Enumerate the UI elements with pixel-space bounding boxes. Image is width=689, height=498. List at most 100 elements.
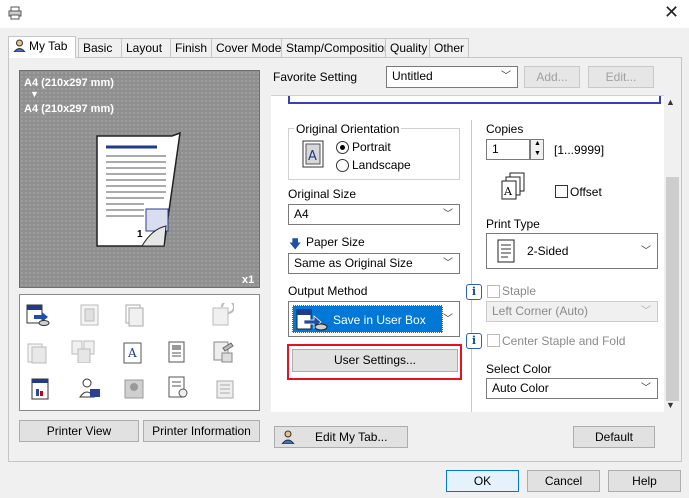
favorite-setting-value: Untitled xyxy=(392,69,433,83)
staple-value: Left Corner (Auto) xyxy=(492,304,589,318)
staple-info-icon[interactable]: i xyxy=(466,284,482,300)
collate-icon: A xyxy=(501,172,525,200)
tab-stamp-composition[interactable]: Stamp/Composition xyxy=(281,38,391,57)
copies-input[interactable]: 1 xyxy=(486,139,530,160)
original-size-value: A4 xyxy=(294,207,309,221)
two-sided-page-icon xyxy=(497,239,515,263)
tab-layout[interactable]: Layout xyxy=(121,38,171,57)
title-bar: ✕ xyxy=(0,0,689,28)
center-staple-checkbox[interactable] xyxy=(487,334,500,347)
svg-text:A: A xyxy=(503,185,513,198)
default-button[interactable]: Default xyxy=(573,426,655,448)
preview-arrow-icon: ▼ xyxy=(30,89,39,99)
center-staple-label: Center Staple and Fold xyxy=(502,334,626,348)
user-authentication-icon xyxy=(79,378,100,398)
tab-quality[interactable]: Quality xyxy=(385,38,430,57)
user-icon xyxy=(281,430,295,444)
offset-checkbox[interactable] xyxy=(555,185,568,198)
preview-copies-badge: x1 xyxy=(242,274,255,286)
printer-view-button[interactable]: Printer View xyxy=(19,420,139,442)
close-icon[interactable]: ✕ xyxy=(664,2,679,23)
chevron-down-icon: ﹀ xyxy=(641,383,651,394)
select-color-select[interactable]: Auto Color ﹀ xyxy=(486,378,658,399)
add-favorite-button[interactable]: Add... xyxy=(524,66,580,88)
column-divider xyxy=(471,120,472,412)
layout-pages-icon xyxy=(27,343,47,364)
ok-button[interactable]: OK xyxy=(446,470,519,492)
staple-select[interactable]: Left Corner (Auto) ﹀ xyxy=(486,301,658,322)
chevron-down-icon: ﹀ xyxy=(641,306,651,317)
poster-mode-icon xyxy=(80,304,99,326)
svg-text:A: A xyxy=(127,346,137,360)
help-button[interactable]: Help xyxy=(608,470,681,492)
favorite-setting-select[interactable]: Untitled ﹀ xyxy=(386,66,518,88)
previous-section-frame xyxy=(288,96,661,104)
edit-my-tab-label: Edit My Tab... xyxy=(315,430,388,444)
orientation-legend: Original Orientation xyxy=(294,122,402,136)
tab-my-tab[interactable]: My Tab xyxy=(8,36,76,58)
paper-size-select[interactable]: Same as Original Size ﹀ xyxy=(288,253,460,274)
stepper-down-icon[interactable]: ▼ xyxy=(534,150,541,157)
user-icon xyxy=(12,39,27,53)
tab-cover-mode[interactable]: Cover Mode xyxy=(211,38,282,57)
function-icons-panel: A xyxy=(19,294,260,411)
offset-label: Offset xyxy=(570,185,602,199)
original-size-label: Original Size xyxy=(288,187,357,201)
color-report-icon xyxy=(31,378,49,400)
edit-favorite-button[interactable]: Edit... xyxy=(588,66,654,88)
select-color-value: Auto Color xyxy=(492,381,549,395)
stepper-up-icon[interactable]: ▲ xyxy=(534,140,541,147)
secure-print-icon xyxy=(213,341,234,363)
overlay-icon xyxy=(168,341,185,363)
select-color-label: Select Color xyxy=(486,362,552,376)
print-type-select[interactable]: 2-Sided ﹀ xyxy=(486,233,658,269)
copies-range: [1...9999] xyxy=(554,143,605,157)
chevron-down-icon: ﹀ xyxy=(501,71,511,82)
original-size-select[interactable]: A4 ﹀ xyxy=(288,204,460,225)
preview-paper-size: A4 (210x297 mm) xyxy=(24,103,114,115)
staple-label: Staple xyxy=(502,284,537,298)
staple-checkbox[interactable] xyxy=(487,285,500,298)
edit-my-tab-button[interactable]: Edit My Tab... xyxy=(274,426,408,448)
page-settings-icon xyxy=(168,376,188,398)
page-preview: A4 (210x297 mm) ▼ A4 (210x297 mm) 1 x1 xyxy=(19,70,260,288)
copies-stepper[interactable]: ▲ ▼ xyxy=(530,139,544,160)
preview-page-number: 1 xyxy=(137,229,143,240)
user-box-icon xyxy=(26,304,50,326)
printer-icon xyxy=(8,6,22,20)
portrait-label: Portrait xyxy=(352,140,391,154)
portrait-radio[interactable] xyxy=(336,141,349,154)
portrait-page-icon: A xyxy=(302,140,324,168)
tab-basic[interactable]: Basic xyxy=(78,38,122,57)
user-settings-button[interactable]: User Settings... xyxy=(292,349,458,372)
preview-original-size: A4 (210x297 mm) xyxy=(24,77,114,89)
account-track-icon xyxy=(124,379,144,399)
output-method-select[interactable]: Save in User Box ﹀ xyxy=(288,301,460,337)
landscape-radio[interactable] xyxy=(336,159,349,172)
tab-finish[interactable]: Finish xyxy=(170,38,212,57)
vertical-scrollbar[interactable]: ▲ ▼ xyxy=(664,95,681,412)
printer-information-button[interactable]: Printer Information xyxy=(143,420,260,442)
scroll-up-icon[interactable]: ▲ xyxy=(666,97,675,107)
output-method-selection: Save in User Box xyxy=(292,305,443,333)
svg-text:A: A xyxy=(308,149,317,164)
favorite-setting-label: Favorite Setting xyxy=(273,70,358,84)
output-method-label: Output Method xyxy=(288,284,368,298)
chevron-down-icon: ﹀ xyxy=(443,314,453,325)
center-staple-info-icon[interactable]: i xyxy=(466,333,482,349)
copies-label: Copies xyxy=(486,122,524,136)
scrollbar-thumb[interactable] xyxy=(666,177,679,401)
cancel-button[interactable]: Cancel xyxy=(527,470,600,492)
scroll-down-icon[interactable]: ▼ xyxy=(666,400,675,410)
print-type-value: 2-Sided xyxy=(527,244,569,258)
tab-label: My Tab xyxy=(29,39,68,53)
tab-other[interactable]: Other xyxy=(429,38,469,57)
paper-size-value: Same as Original Size xyxy=(294,256,413,270)
paper-size-label: Paper Size xyxy=(306,235,365,249)
booklet-icon xyxy=(125,304,144,327)
chevron-down-icon: ﹀ xyxy=(641,246,651,257)
save-user-box-icon xyxy=(296,309,328,331)
paper-stack-icon xyxy=(216,380,234,399)
chevron-down-icon: ﹀ xyxy=(443,258,453,269)
chevron-down-icon: ﹀ xyxy=(443,209,453,220)
